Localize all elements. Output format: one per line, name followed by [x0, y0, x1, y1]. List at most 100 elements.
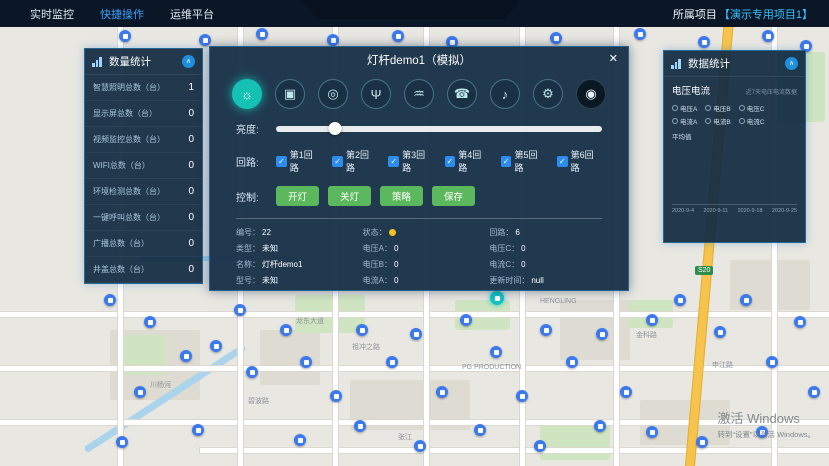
wifi-icon[interactable]: Ψ — [361, 79, 391, 109]
map-marker[interactable] — [256, 28, 268, 40]
map-marker[interactable] — [356, 324, 368, 336]
map-marker[interactable] — [144, 316, 156, 328]
map-marker[interactable] — [460, 314, 472, 326]
radio-icon — [672, 118, 678, 124]
brightness-slider[interactable] — [276, 126, 602, 132]
broadcast-icon[interactable]: ♪ — [490, 79, 520, 109]
loop-label: 第2回路 — [346, 148, 377, 174]
map-marker[interactable] — [134, 386, 146, 398]
map-marker[interactable] — [330, 390, 342, 402]
loop-checkbox-6[interactable]: 第6回路 — [557, 148, 602, 174]
gear-icon[interactable]: ⚙ — [533, 79, 563, 109]
map-marker[interactable] — [199, 34, 211, 46]
detail-item: 电压C：0 — [489, 243, 602, 254]
map-marker[interactable] — [540, 324, 552, 336]
radio-icon — [739, 105, 745, 111]
legend-item-4[interactable]: 电流A — [672, 116, 697, 126]
stat-row: 智慧照明总数（台）1 — [85, 75, 202, 101]
project-selector[interactable]: 所属项目 【演示专用项目1】 — [673, 6, 813, 22]
map-marker[interactable] — [300, 356, 312, 368]
collapse-up-icon[interactable] — [785, 57, 798, 70]
location-icon[interactable]: ◎ — [318, 79, 348, 109]
loop-checkbox-5[interactable]: 第5回路 — [501, 148, 546, 174]
loop-checkbox-4[interactable]: 第4回路 — [445, 148, 490, 174]
call-icon[interactable]: ☎ — [447, 79, 477, 109]
map-marker[interactable] — [646, 314, 658, 326]
loops-row: 回路: 第1回路第2回路第3回路第4回路第5回路第6回路 — [236, 148, 602, 174]
legend-item-5[interactable]: 电流B — [705, 116, 730, 126]
map-marker[interactable] — [116, 436, 128, 448]
close-icon[interactable]: ✕ — [609, 52, 618, 65]
environment-icon[interactable]: ♒ — [404, 79, 434, 109]
control-button-3[interactable]: 策略 — [380, 186, 423, 206]
map-marker[interactable] — [119, 30, 131, 42]
map-marker[interactable] — [414, 440, 426, 452]
map-marker-selected[interactable] — [490, 291, 504, 305]
map-place-label: 张江 — [398, 432, 412, 442]
map-marker[interactable] — [534, 440, 546, 452]
map-marker[interactable] — [104, 294, 116, 306]
nav-tab-3[interactable]: 运维平台 — [170, 6, 214, 22]
map-marker[interactable] — [566, 356, 578, 368]
nav-tab-2[interactable]: 快捷操作 — [100, 6, 144, 22]
map-marker[interactable] — [794, 316, 806, 328]
map-marker[interactable] — [714, 326, 726, 338]
legend-item-1[interactable]: 电压A — [672, 103, 697, 113]
stat-value: 0 — [188, 212, 194, 223]
map-marker[interactable] — [210, 340, 222, 352]
map-marker[interactable] — [354, 420, 366, 432]
map-marker[interactable] — [766, 356, 778, 368]
collapse-up-icon[interactable] — [182, 55, 195, 68]
brightness-slider-knob[interactable] — [328, 122, 341, 135]
map-marker[interactable] — [294, 434, 306, 446]
map-marker[interactable] — [436, 386, 448, 398]
map-marker[interactable] — [516, 390, 528, 402]
map-marker[interactable] — [808, 386, 820, 398]
radio-icon — [739, 118, 745, 124]
map-marker[interactable] — [490, 346, 502, 358]
map-marker[interactable] — [386, 356, 398, 368]
map-marker[interactable] — [180, 350, 192, 362]
map-marker[interactable] — [280, 324, 292, 336]
map-marker[interactable] — [698, 36, 710, 48]
map-marker[interactable] — [246, 366, 258, 378]
map-marker[interactable] — [634, 28, 646, 40]
legend-item-6[interactable]: 电流C — [739, 116, 765, 126]
map-marker[interactable] — [192, 424, 204, 436]
map-marker[interactable] — [596, 328, 608, 340]
alarm-icon[interactable]: ◉ — [576, 79, 606, 109]
map-marker[interactable] — [594, 420, 606, 432]
bar-chart-icon — [92, 57, 104, 67]
legend-item-3[interactable]: 电压C — [739, 103, 765, 113]
map-marker[interactable] — [620, 386, 632, 398]
data-panel: 数据统计 电压电流 近7天电压电流数据 电压A电压B电压C电流A电流B电流C 平… — [663, 50, 806, 243]
stats-list: 智慧照明总数（台）1显示屏总数（台）0视频监控总数（台）0WIFI总数（台）0环… — [85, 75, 202, 283]
control-button-2[interactable]: 关灯 — [328, 186, 371, 206]
map-marker[interactable] — [234, 304, 246, 316]
map-marker[interactable] — [646, 426, 658, 438]
map-marker[interactable] — [550, 32, 562, 44]
legend-item-2[interactable]: 电压B — [705, 103, 730, 113]
screen-icon[interactable]: ▣ — [275, 79, 305, 109]
lighting-icon[interactable]: ☼ — [232, 79, 262, 109]
detail-value: 0 — [394, 244, 398, 253]
map-marker[interactable] — [696, 436, 708, 448]
map-marker[interactable] — [392, 30, 404, 42]
loop-checkbox-3[interactable]: 第3回路 — [388, 148, 433, 174]
map-marker[interactable] — [740, 294, 752, 306]
control-button-1[interactable]: 开灯 — [276, 186, 319, 206]
detail-label: 更新时间： — [489, 275, 529, 286]
map-marker[interactable] — [410, 328, 422, 340]
checkbox-checked-icon — [388, 156, 399, 167]
detail-item: 类型：未知 — [236, 243, 349, 254]
control-button-4[interactable]: 保存 — [432, 186, 475, 206]
loop-checkbox-1[interactable]: 第1回路 — [276, 148, 321, 174]
map-marker[interactable] — [327, 34, 339, 46]
map-marker[interactable] — [474, 424, 486, 436]
detail-label: 编号： — [236, 227, 260, 238]
x-tick-label: 2020-9-4 — [672, 208, 694, 214]
map-marker[interactable] — [762, 30, 774, 42]
nav-tab-1[interactable]: 实时监控 — [30, 6, 74, 22]
map-marker[interactable] — [674, 294, 686, 306]
loop-checkbox-2[interactable]: 第2回路 — [332, 148, 377, 174]
